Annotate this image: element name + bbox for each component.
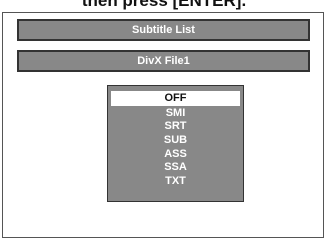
menu-item-ass[interactable]: ASS [111,148,240,161]
menu-item-txt[interactable]: TXT [111,175,240,188]
instruction-text: then press [ENTER]. [81,0,247,10]
subtitle-format-menu: OFF SMI SRT SUB ASS SSA TXT [107,85,244,202]
menu-item-off[interactable]: OFF [111,91,240,106]
subtitle-list-title: Subtitle List [17,19,310,41]
subtitle-panel: Subtitle List DivX File1 OFF SMI SRT SUB… [2,12,324,238]
menu-item-srt[interactable]: SRT [111,120,240,133]
menu-item-smi[interactable]: SMI [111,107,240,120]
menu-item-sub[interactable]: SUB [111,134,240,147]
file-name-bar: DivX File1 [17,50,310,72]
menu-item-ssa[interactable]: SSA [111,161,240,174]
